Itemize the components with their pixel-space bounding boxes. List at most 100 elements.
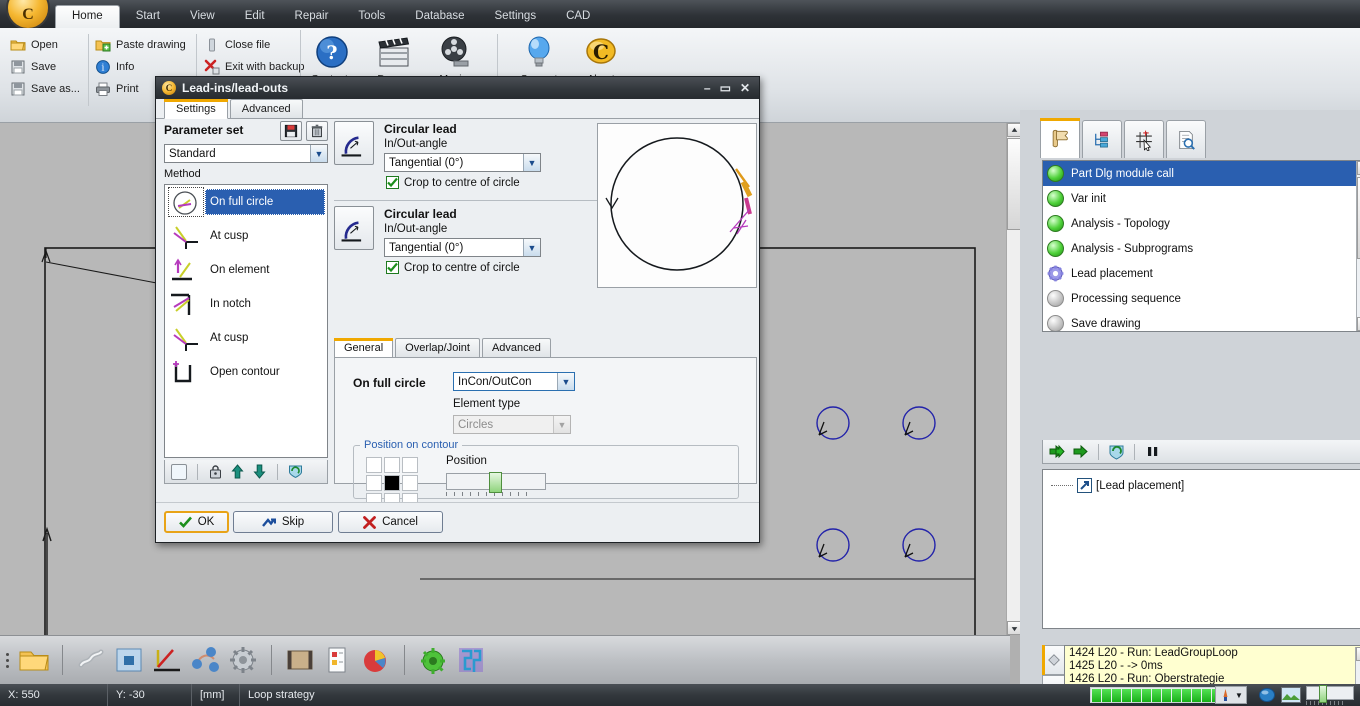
film-strip-icon[interactable] (283, 643, 317, 677)
right-panel-tab-grid[interactable] (1124, 120, 1164, 158)
cancel-button[interactable]: Cancel (338, 511, 443, 533)
lead-out-angle-combo[interactable]: Tangential (0°) ▼ (384, 238, 541, 257)
position-cell-selected[interactable] (384, 475, 400, 491)
lead-placement-tree[interactable]: [Lead placement] (1042, 469, 1360, 629)
delete-parameter-set-button[interactable] (306, 121, 328, 141)
method-list[interactable]: On full circle At cusp On element In not… (164, 184, 328, 458)
nesting-icon[interactable] (454, 643, 488, 677)
landscape-icon[interactable] (1281, 687, 1301, 703)
canvas-vertical-scrollbar[interactable] (1006, 123, 1020, 635)
report-icon[interactable] (321, 643, 355, 677)
tree-row[interactable]: [Lead placement] (1051, 478, 1360, 493)
tool-picker[interactable]: ▼ (1215, 686, 1247, 704)
cube-3d-icon[interactable] (112, 643, 146, 677)
pause-icon[interactable] (1144, 443, 1161, 460)
ribbon-tab-repair[interactable]: Repair (281, 5, 343, 28)
process-step-row[interactable]: Save drawing (1043, 311, 1360, 331)
lead-ins-lead-outs-dialog[interactable]: C Lead-ins/lead-outs – ▭ ✕ Settings Adva… (155, 76, 760, 543)
method-item-at-cusp-2[interactable]: At cusp (165, 321, 327, 355)
ribbon-tab-start[interactable]: Start (122, 5, 174, 28)
scroll-up-arrow[interactable] (1007, 123, 1020, 137)
angle-measure-icon[interactable] (150, 643, 184, 677)
skip-button[interactable]: Skip (233, 511, 333, 533)
move-down-icon[interactable] (252, 464, 267, 479)
position-cell[interactable] (366, 457, 382, 473)
move-up-icon[interactable] (230, 464, 245, 479)
ribbon-tab-cad[interactable]: CAD (552, 5, 604, 28)
sub-tab-overlap-joint[interactable]: Overlap/Joint (395, 338, 480, 357)
ribbon-tab-view[interactable]: View (176, 5, 229, 28)
open-command[interactable]: Open (10, 34, 58, 56)
sphere-icon[interactable] (1258, 687, 1276, 703)
scroll-thumb[interactable] (1007, 138, 1020, 230)
chevron-down-icon[interactable]: ▼ (1235, 691, 1243, 700)
lead-in-crop-checkbox[interactable]: Crop to centre of circle (386, 176, 520, 189)
ribbon-tab-settings[interactable]: Settings (481, 5, 551, 28)
chain-icon[interactable] (74, 643, 108, 677)
lock-icon[interactable] (208, 464, 223, 479)
close-button[interactable]: ✕ (740, 81, 750, 95)
save-command[interactable]: Save (10, 56, 56, 78)
circular-lead-in-icon-button[interactable] (334, 121, 374, 165)
right-panel-tab-preview[interactable] (1166, 120, 1206, 158)
process-step-row[interactable]: Part Dlg module call (1043, 161, 1360, 186)
sub-tab-advanced[interactable]: Advanced (481, 338, 551, 357)
refresh-icon[interactable] (288, 464, 303, 479)
position-slider-thumb[interactable] (489, 472, 502, 493)
ribbon-tab-edit[interactable]: Edit (231, 5, 279, 28)
green-gear-icon[interactable] (416, 643, 450, 677)
print-command[interactable]: Print (95, 78, 139, 100)
toolbar-grip[interactable] (6, 649, 11, 671)
zoom-slider-thumb[interactable] (1319, 685, 1327, 703)
process-step-row[interactable]: Var init (1043, 186, 1360, 211)
position-cell[interactable] (402, 475, 418, 491)
open-folder-icon[interactable] (17, 643, 51, 677)
save-as-command[interactable]: Save as... (10, 78, 80, 100)
ribbon-tab-home[interactable]: Home (55, 5, 120, 28)
step-forward-icon[interactable] (1049, 443, 1066, 460)
position-slider[interactable] (446, 472, 546, 493)
steps-list-scrollbar[interactable] (1356, 161, 1360, 331)
maximize-button[interactable]: ▭ (720, 81, 731, 95)
dialog-title-bar[interactable]: C Lead-ins/lead-outs – ▭ ✕ (156, 77, 759, 99)
circular-lead-out-icon-button[interactable] (334, 206, 374, 250)
atoms-icon[interactable] (188, 643, 222, 677)
position-cell[interactable] (366, 475, 382, 491)
ribbon-tab-database[interactable]: Database (401, 5, 478, 28)
dialog-tab-settings[interactable]: Settings (164, 99, 228, 119)
refresh-icon[interactable] (1108, 443, 1125, 460)
process-step-row[interactable]: Analysis - Subprograms (1043, 236, 1360, 261)
info-command[interactable]: i Info (95, 56, 134, 78)
right-panel-tab-tree[interactable] (1082, 120, 1122, 158)
ok-button[interactable]: OK (164, 511, 229, 533)
sub-tab-general[interactable]: General (334, 338, 394, 357)
scroll-down-arrow[interactable] (1007, 621, 1020, 635)
dialog-tab-advanced[interactable]: Advanced (229, 99, 303, 118)
exit-with-backup-command[interactable]: Exit with backup (204, 56, 304, 78)
method-item-in-notch[interactable]: In notch (165, 287, 327, 321)
parameter-set-combo[interactable]: Standard ▼ (164, 144, 328, 163)
scroll-up-arrow[interactable] (1356, 647, 1360, 661)
position-cell[interactable] (384, 457, 400, 473)
method-item-on-element[interactable]: On element (165, 253, 327, 287)
method-item-at-cusp-1[interactable]: At cusp (165, 219, 327, 253)
process-step-row[interactable]: Processing sequence (1043, 286, 1360, 311)
pie-chart-icon[interactable] (359, 643, 393, 677)
save-parameter-set-button[interactable] (280, 121, 302, 141)
application-orb-button[interactable]: C (6, 0, 50, 30)
lead-in-angle-combo[interactable]: Tangential (0°) ▼ (384, 153, 541, 172)
close-file-command[interactable]: Close file (204, 34, 270, 56)
on-full-circle-combo[interactable]: InCon/OutCon ▼ (453, 372, 575, 391)
method-item-on-full-circle[interactable]: On full circle (165, 185, 327, 219)
process-step-row[interactable]: Lead placement (1043, 261, 1360, 286)
run-icon[interactable] (1072, 443, 1089, 460)
gear-settings-icon[interactable] (226, 643, 260, 677)
log-tab-messages[interactable] (1042, 645, 1064, 675)
new-page-icon[interactable] (171, 463, 187, 480)
ribbon-tab-tools[interactable]: Tools (344, 5, 399, 28)
process-step-row[interactable]: Analysis - Topology (1043, 211, 1360, 236)
zoom-slider[interactable] (1306, 685, 1354, 705)
process-steps-list[interactable]: Part Dlg module call Var init Analysis -… (1042, 160, 1360, 332)
lead-out-crop-checkbox[interactable]: Crop to centre of circle (386, 261, 520, 274)
right-panel-tab-script[interactable] (1040, 118, 1080, 158)
